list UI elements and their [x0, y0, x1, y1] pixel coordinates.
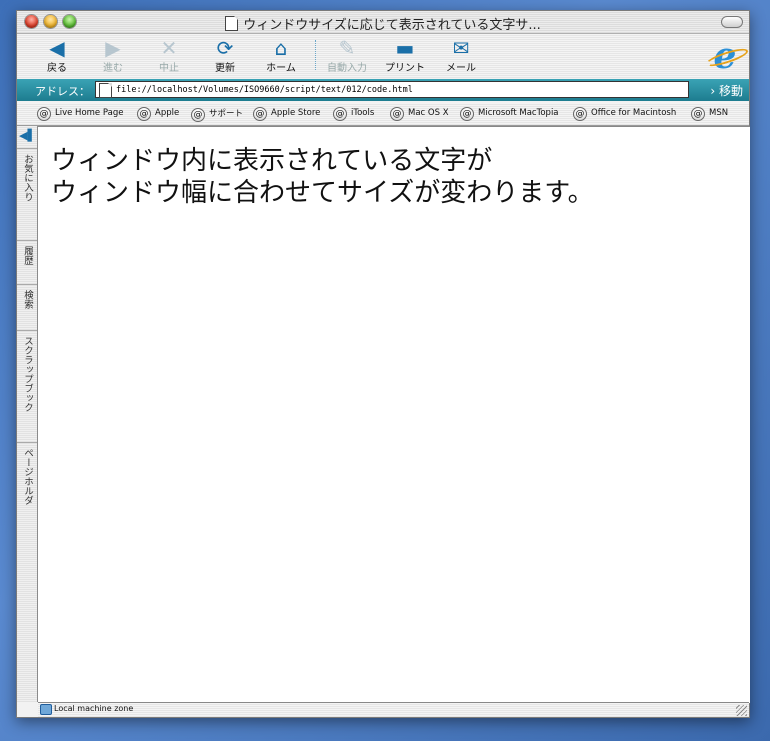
home-button[interactable]: ⌂ ホーム [257, 36, 305, 74]
favorites-bar: @ Live Home Page @ Apple @ サポート @ Apple Stor… [17, 103, 749, 126]
document-icon [225, 16, 239, 31]
favorite-at-icon: @ [460, 107, 474, 121]
explorer-bar: ◀▌ お気に入り 履歴 検索 スクラップブック ページホルダ [17, 126, 38, 702]
refresh-icon: ⟳ [216, 36, 234, 60]
favorite-itools[interactable]: @ iTools [333, 107, 374, 121]
forward-button-label: 進む [103, 63, 123, 74]
favorite-support[interactable]: @ サポート [191, 107, 243, 122]
security-zone-text: Local machine zone [54, 704, 134, 713]
forward-arrow-icon: ▶ [105, 36, 121, 60]
stop-button-label: 中止 [159, 63, 179, 74]
page-proxy-icon[interactable] [99, 83, 112, 98]
address-bar: アドレス： › 移動 [17, 79, 749, 101]
tab-history[interactable]: 履歴 [17, 240, 37, 284]
favorite-at-icon: @ [691, 107, 705, 121]
ie-logo: e [707, 38, 743, 74]
window-title-wrap: ウィンドウサイズに応じて表示されている文字サ... [17, 14, 749, 33]
mail-button[interactable]: ✉ メール [437, 36, 485, 74]
refresh-button[interactable]: ⟳ 更新 [201, 36, 249, 74]
print-button[interactable]: ▬ プリント [381, 36, 429, 74]
back-arrow-icon: ◀ [49, 36, 65, 60]
autofill-button-label: 自動入力 [327, 63, 367, 74]
tab-favorites[interactable]: お気に入り [17, 148, 37, 240]
stop-button[interactable]: ✕ 中止 [145, 36, 193, 74]
zone-icon [40, 704, 52, 715]
favorite-label: MSN [709, 108, 729, 118]
mail-button-label: メール [446, 63, 476, 74]
address-label: アドレス： [35, 85, 90, 98]
go-arrow-icon: › [710, 84, 716, 98]
window-title: ウィンドウサイズに応じて表示されている文字サ... [243, 18, 541, 33]
back-button[interactable]: ◀ 戻る [33, 36, 81, 74]
favorite-at-icon: @ [390, 107, 404, 121]
favorite-office-for-macintosh[interactable]: @ Office for Macintosh [573, 107, 676, 121]
favorite-label: Live Home Page [55, 108, 124, 118]
favorite-at-icon: @ [573, 107, 587, 121]
status-bar: Local machine zone [38, 702, 749, 717]
favorite-label: Apple Store [271, 108, 321, 118]
tab-scrapbook-label: スクラップブック [22, 336, 33, 412]
tab-favorites-label: お気に入り [22, 154, 33, 202]
tab-search[interactable]: 検索 [17, 284, 37, 330]
page-text-line-2: ウィンドウ幅に合わせてサイズが変わります。 [51, 178, 594, 208]
tab-history-label: 履歴 [22, 246, 33, 265]
tab-page-holder[interactable]: ページホルダ [17, 442, 37, 532]
page-text-line-1: ウィンドウ内に表示されている文字が [51, 146, 493, 176]
resize-grip-icon[interactable] [736, 705, 747, 716]
favorite-label: Apple [155, 108, 180, 118]
favorite-live-home-page[interactable]: @ Live Home Page [37, 107, 123, 121]
favorite-label: iTools [351, 108, 375, 118]
page-content: ウィンドウ内に表示されている文字が ウィンドウ幅に合わせてサイズが変わります。 [38, 126, 750, 703]
toolbar-toggle-button[interactable] [721, 16, 743, 28]
favorite-apple-store[interactable]: @ Apple Store [253, 107, 320, 121]
address-field[interactable] [95, 81, 689, 98]
explorer-toggle-icon[interactable]: ◀▌ [19, 129, 36, 143]
favorite-microsoft-mactopia[interactable]: @ Microsoft MacTopia [460, 107, 559, 121]
go-button-label: 移動 [718, 84, 743, 98]
favorite-label: Microsoft MacTopia [478, 108, 559, 118]
favorite-at-icon: @ [191, 108, 205, 122]
tab-page-holder-label: ページホルダ [22, 448, 33, 505]
toolbar-separator [315, 40, 316, 70]
tab-scrapbook[interactable]: スクラップブック [17, 330, 37, 442]
home-icon: ⌂ [274, 36, 288, 60]
address-input[interactable] [116, 83, 676, 96]
favorite-apple[interactable]: @ Apple [137, 107, 179, 121]
favorite-label: Mac OS X [408, 108, 449, 118]
toolbar: ◀ 戻る ▶ 進む ✕ 中止 ⟳ 更新 ⌂ ホーム ✎ 自動入力 ▬ プリント … [17, 34, 749, 78]
forward-button[interactable]: ▶ 進む [89, 36, 137, 74]
go-button[interactable]: › 移動 [710, 82, 743, 99]
printer-icon: ▬ [395, 36, 415, 60]
favorite-msn[interactable]: @ MSN [691, 107, 728, 121]
mail-icon: ✉ [452, 36, 470, 60]
home-button-label: ホーム [266, 63, 296, 74]
refresh-button-label: 更新 [215, 63, 235, 74]
favorite-at-icon: @ [37, 107, 51, 121]
tab-search-label: 検索 [22, 290, 33, 309]
favorite-mac-os-x[interactable]: @ Mac OS X [390, 107, 449, 121]
page-text: ウィンドウ内に表示されている文字が ウィンドウ幅に合わせてサイズが変わります。 [51, 145, 594, 209]
back-button-label: 戻る [47, 63, 67, 74]
autofill-icon: ✎ [338, 36, 356, 60]
favorite-at-icon: @ [253, 107, 267, 121]
favorite-at-icon: @ [137, 107, 151, 121]
favorite-at-icon: @ [333, 107, 347, 121]
title-bar[interactable]: ウィンドウサイズに応じて表示されている文字サ... [17, 11, 749, 34]
print-button-label: プリント [385, 63, 425, 74]
browser-window: ウィンドウサイズに応じて表示されている文字サ... ◀ 戻る ▶ 進む ✕ 中止… [16, 10, 750, 718]
favorite-label: Office for Macintosh [591, 108, 677, 118]
stop-x-icon: ✕ [160, 36, 178, 60]
autofill-button[interactable]: ✎ 自動入力 [323, 36, 371, 74]
favorite-label: サポート [209, 109, 244, 119]
